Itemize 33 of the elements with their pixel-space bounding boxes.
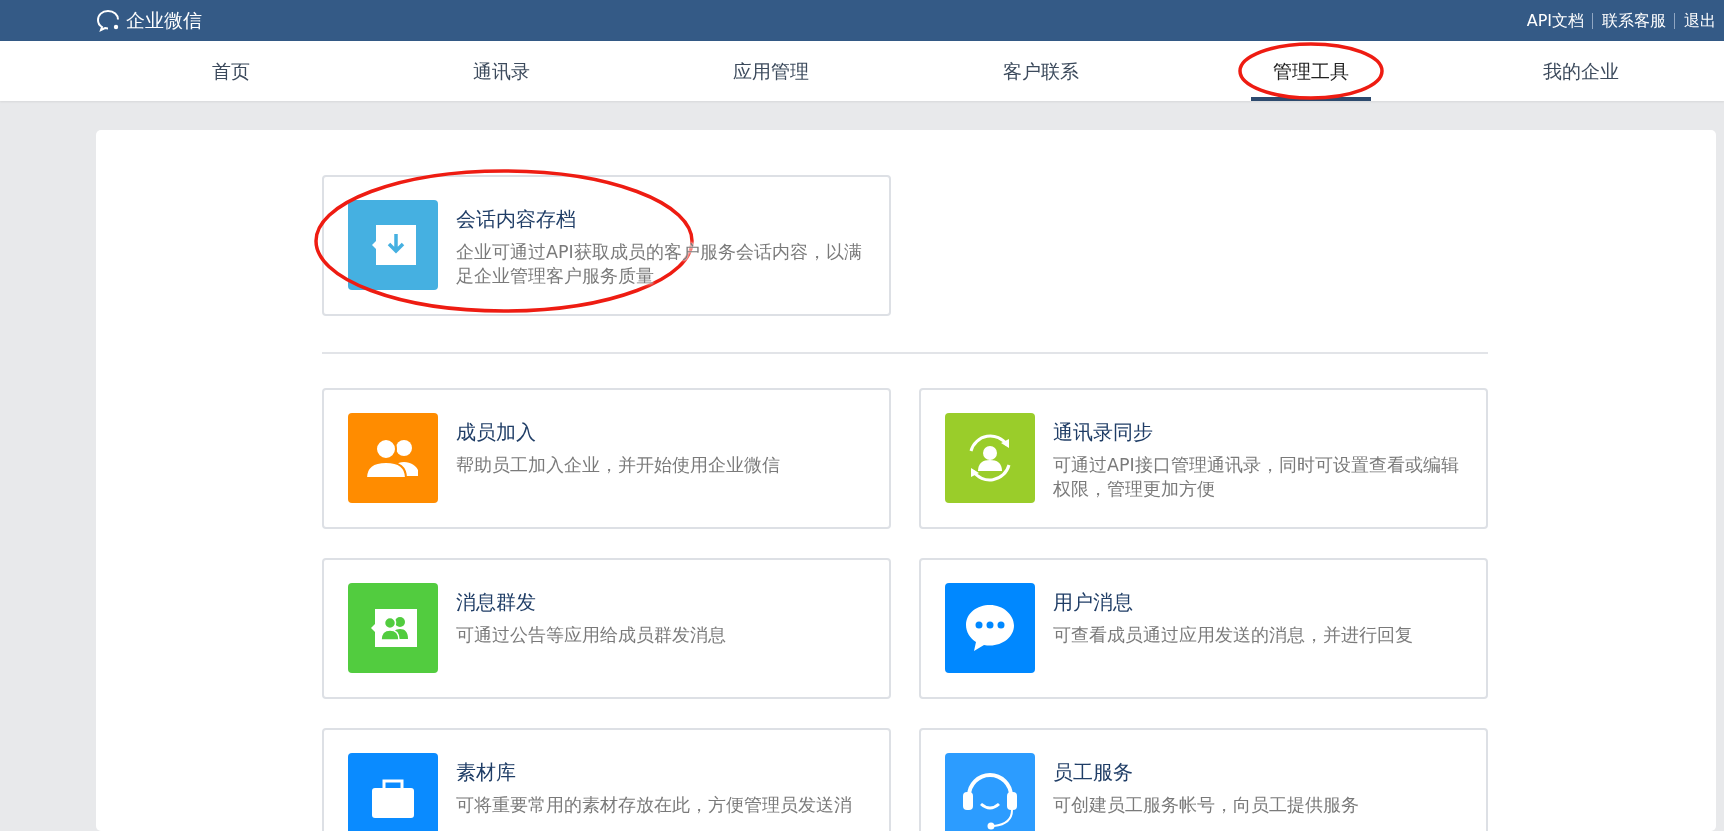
header-link[interactable]: 退出 bbox=[1674, 12, 1716, 29]
header-link[interactable]: 联系客服 bbox=[1592, 12, 1666, 29]
people-card-icon bbox=[369, 609, 417, 647]
tool-title: 会话内容存档 bbox=[456, 206, 577, 233]
tool-title: 通讯录同步 bbox=[1053, 419, 1154, 446]
nav-tab[interactable]: 通讯录 bbox=[450, 41, 552, 101]
nav-tab[interactable]: 我的企业 bbox=[1521, 41, 1641, 101]
tool-description: 可创建员工服务帐号，向员工提供服务 bbox=[1053, 794, 1359, 817]
tool-card[interactable]: 成员加入 帮助员工加入企业，并开始使用企业微信 bbox=[322, 388, 891, 529]
nav-tab[interactable]: 客户联系 bbox=[981, 41, 1101, 101]
chat-bubble-icon bbox=[964, 603, 1016, 653]
tool-card[interactable]: 用户消息 可查看成员通过应用发送的消息，并进行回复 bbox=[919, 558, 1488, 699]
nav-tab[interactable]: 应用管理 bbox=[711, 41, 831, 101]
logo-text: 企业微信 bbox=[126, 8, 202, 34]
tool-title: 用户消息 bbox=[1053, 589, 1134, 616]
tool-description: 可查看成员通过应用发送的消息，并进行回复 bbox=[1053, 624, 1413, 647]
download-icon bbox=[370, 225, 416, 265]
tool-title: 消息群发 bbox=[456, 589, 537, 616]
tool-title: 素材库 bbox=[456, 759, 517, 786]
tool-description: 可通过API接口管理通讯录，同时可设置查看或编辑权限，管理更加方便 bbox=[1053, 454, 1460, 501]
tool-card[interactable]: 员工服务 可创建员工服务帐号，向员工提供服务 bbox=[919, 728, 1488, 831]
tool-card[interactable]: 素材库 可将重要常用的素材存放在此，方便管理员发送消 bbox=[322, 728, 891, 831]
tool-card[interactable]: 消息群发 可通过公告等应用给成员群发消息 bbox=[322, 558, 891, 699]
tool-title: 成员加入 bbox=[456, 419, 537, 446]
chat-bubble-icon bbox=[96, 8, 122, 33]
tool-title: 员工服务 bbox=[1053, 759, 1134, 786]
briefcase-icon bbox=[370, 778, 416, 818]
header-link[interactable]: API文档 bbox=[1526, 8, 1584, 33]
tool-description: 可通过公告等应用给成员群发消息 bbox=[456, 624, 726, 647]
tool-description: 帮助员工加入企业，并开始使用企业微信 bbox=[456, 454, 780, 477]
tool-card[interactable]: 通讯录同步 可通过API接口管理通讯录，同时可设置查看或编辑权限，管理更加方便 bbox=[919, 388, 1488, 529]
nav-tab[interactable]: 首页 bbox=[190, 41, 272, 101]
tool-description: 可将重要常用的素材存放在此，方便管理员发送消 bbox=[456, 794, 852, 817]
